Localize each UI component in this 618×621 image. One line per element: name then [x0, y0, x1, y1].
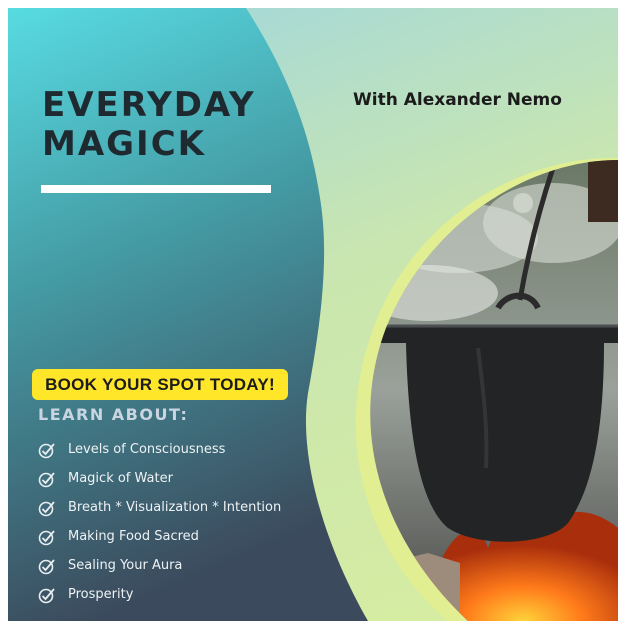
topic-label: Making Food Sacred	[68, 529, 199, 544]
topic-label: Magick of Water	[68, 471, 173, 486]
list-item: Breath * Visualization * Intention	[38, 493, 281, 522]
circle-check-icon	[38, 442, 55, 458]
list-item: Prosperity	[38, 580, 281, 609]
circle-check-icon	[38, 587, 55, 603]
topic-label: Levels of Consciousness	[68, 442, 226, 457]
topic-list: Levels of Consciousness Magick of Water …	[38, 435, 281, 609]
circle-check-icon	[38, 529, 55, 545]
topic-label: Sealing Your Aura	[68, 558, 183, 573]
list-item: Magick of Water	[38, 464, 281, 493]
list-item: Sealing Your Aura	[38, 551, 281, 580]
circle-check-icon	[38, 558, 55, 574]
title-underline	[41, 185, 271, 193]
circle-check-icon	[38, 471, 55, 487]
learn-about-heading: LEARN ABOUT:	[38, 405, 189, 424]
topic-label: Breath * Visualization * Intention	[68, 500, 282, 515]
list-item: Levels of Consciousness	[38, 435, 281, 464]
host-name: With Alexander Nemo	[353, 90, 562, 110]
list-item: Making Food Sacred	[38, 522, 281, 551]
book-spot-button[interactable]: BOOK YOUR SPOT TODAY!	[32, 369, 288, 400]
topic-label: Prosperity	[68, 587, 134, 602]
poster: EVERYDAY MAGICK With Alexander Nemo BOOK…	[8, 8, 618, 621]
event-title: EVERYDAY MAGICK	[42, 85, 256, 164]
circle-check-icon	[38, 500, 55, 516]
cauldron-photo	[370, 160, 618, 621]
